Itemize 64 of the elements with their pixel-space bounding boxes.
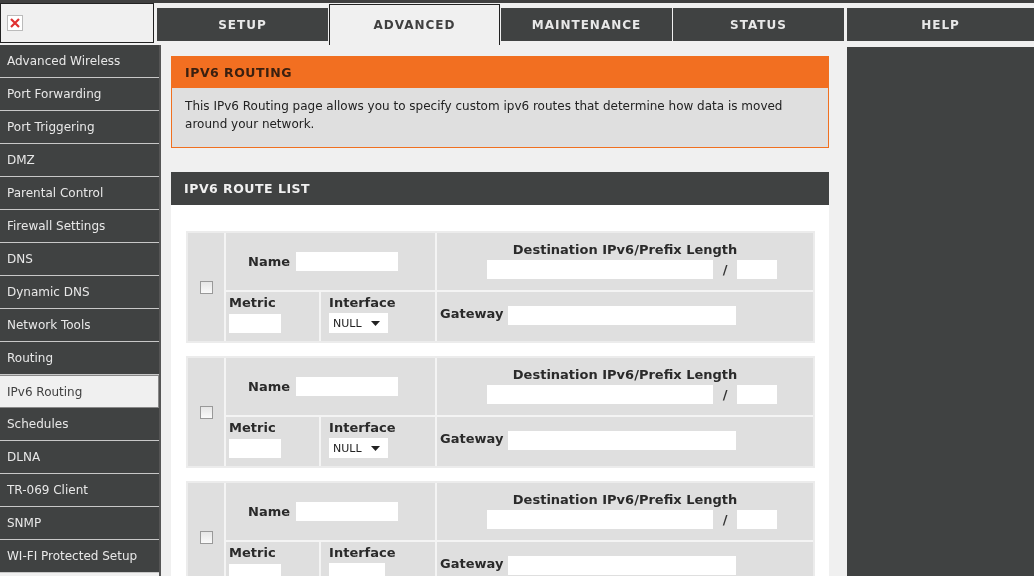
field-label: Metric	[229, 295, 276, 310]
sidebar-item[interactable]: Routing	[0, 342, 160, 375]
field-label: Name	[248, 504, 291, 519]
sidebar-item[interactable]: Port Forwarding	[0, 78, 160, 111]
input-field[interactable]	[486, 385, 713, 404]
input-field[interactable]	[737, 385, 778, 404]
input-field[interactable]	[737, 510, 778, 529]
sidebar-item[interactable]: IPv6 Routing	[0, 375, 160, 408]
field-label: Interface	[329, 545, 396, 560]
nav-tab[interactable]: HELP	[847, 8, 1034, 41]
sidebar-item[interactable]: DMZ	[0, 144, 160, 177]
checkbox[interactable]	[199, 280, 213, 294]
separator-text: /	[721, 262, 729, 277]
sidebar-item[interactable]: DLNA	[0, 441, 160, 474]
field-label: Gateway	[440, 431, 504, 446]
field-label: Interface	[329, 295, 396, 310]
field-label: Metric	[229, 545, 276, 560]
caret-icon	[370, 445, 380, 451]
nav-tab[interactable]: STATUS	[673, 8, 844, 41]
input-field[interactable]	[486, 510, 713, 529]
nav-tab[interactable]: MAINTENANCE	[501, 8, 672, 41]
description-text: This IPv6 Routing page allows you to specify custom ipv6 routes that determine how data is moved around your network.	[172, 88, 829, 147]
input-field[interactable]	[229, 439, 282, 458]
sidebar-item[interactable]: Firewall Settings	[0, 210, 160, 243]
field-label: Name	[248, 379, 291, 394]
sidebar-item[interactable]: TR-069 Client	[0, 474, 160, 507]
interface-dropdown[interactable]: NULL	[329, 313, 388, 333]
separator-text: /	[721, 512, 729, 527]
sidebar-item[interactable]: SNMP	[0, 507, 160, 540]
field-label: Name	[248, 254, 291, 269]
field-label: Destination IPv6/Prefix Length	[512, 492, 738, 507]
sidebar-item[interactable]: DNS	[0, 243, 160, 276]
field-label: Interface	[329, 420, 396, 435]
input-field[interactable]	[508, 431, 737, 450]
input-field[interactable]	[508, 306, 737, 325]
field-label: Destination IPv6/Prefix Length	[512, 242, 738, 257]
field-label: Gateway	[440, 556, 504, 571]
sidebar-item[interactable]: Advanced Wireless	[0, 45, 160, 78]
nav-tab[interactable]: SETUP	[157, 8, 328, 41]
caret-icon	[370, 320, 380, 326]
field-label: Destination IPv6/Prefix Length	[512, 367, 738, 382]
input-field[interactable]	[508, 556, 737, 575]
sidebar-item[interactable]: Schedules	[0, 408, 160, 441]
sidebar-item[interactable]: WI-FI Protected Setup	[0, 540, 160, 573]
sidebar-item[interactable]: Parental Control	[0, 177, 160, 210]
input-field[interactable]	[486, 260, 713, 279]
input-field[interactable]	[296, 502, 399, 521]
input-field[interactable]	[296, 252, 399, 271]
checkbox[interactable]	[199, 530, 213, 544]
separator-text: /	[721, 387, 729, 402]
input-field[interactable]	[737, 260, 778, 279]
field-label: Gateway	[440, 306, 504, 321]
sidebar-item[interactable]: Port Triggering	[0, 111, 160, 144]
sidebar-item[interactable]: Dynamic DNS	[0, 276, 160, 309]
input-field[interactable]	[296, 377, 399, 396]
sidebar-item[interactable]: Network Tools	[0, 309, 160, 342]
interface-dropdown[interactable]: NULL	[329, 438, 388, 458]
section-header: IPV6 ROUTING	[172, 57, 829, 88]
input-field[interactable]	[229, 314, 282, 333]
field-label: Metric	[229, 420, 276, 435]
nav-tab[interactable]: ADVANCED	[329, 4, 500, 45]
broken-image-icon	[7, 15, 23, 31]
section-header: IPV6 ROUTE LIST	[171, 172, 830, 205]
checkbox[interactable]	[199, 405, 213, 419]
